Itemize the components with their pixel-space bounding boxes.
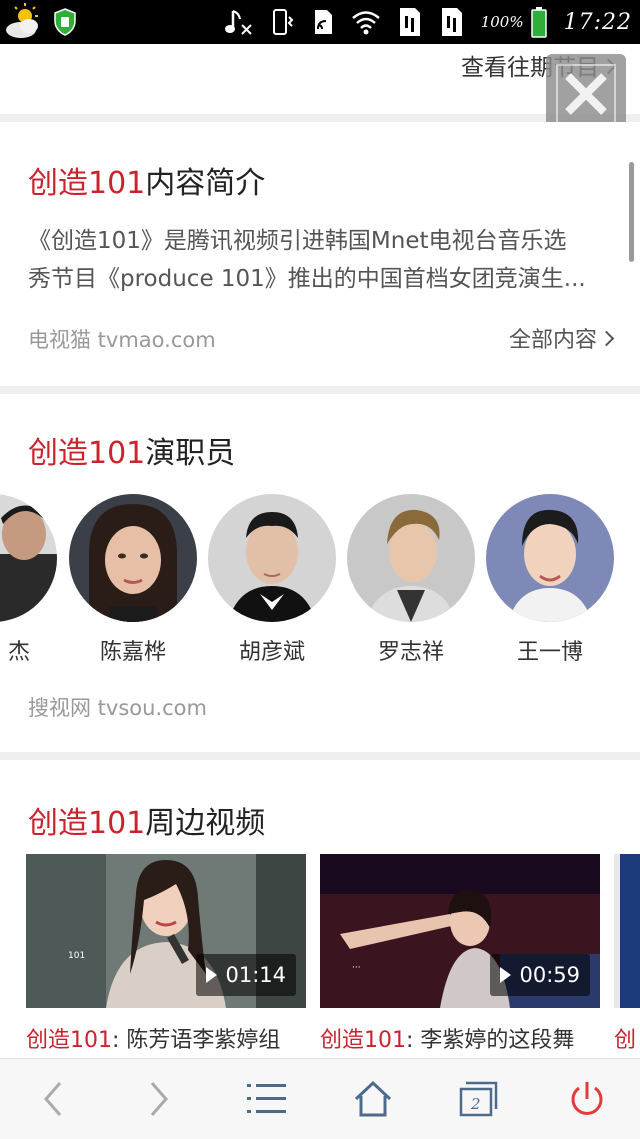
avatar [486, 494, 614, 622]
svg-text:101: 101 [68, 951, 85, 961]
intro-line-2: 秀节目《produce 101》推出的中国首档女团竞演生... [28, 266, 586, 292]
cast-name: 陈嘉桦 [99, 640, 166, 665]
video-thumbnail[interactable] [614, 854, 640, 1008]
cast-member[interactable]: 罗志祥 [346, 494, 476, 666]
video-item[interactable]: 101 01:14 创造101: 陈芳语李紫婷组 [26, 854, 306, 1054]
cast-title-highlight: 创造101 [28, 436, 146, 471]
video-caption[interactable]: 创造101: 李紫婷的这段舞 [320, 1022, 600, 1054]
sim2-icon [441, 8, 462, 36]
menu-button[interactable] [222, 1059, 312, 1139]
forward-button[interactable] [114, 1059, 204, 1139]
clock: 17:22 [563, 9, 632, 35]
cast-member[interactable]: 王一博 [485, 494, 615, 666]
videos-title: 创造101周边视频 [28, 798, 265, 842]
duration-text: 01:14 [225, 963, 286, 987]
intro-summary[interactable]: 《创造101》是腾讯视频引进韩国Mnet电视台音乐选 秀节目《produce 1… [28, 222, 608, 298]
intro-line-1: 《创造101》是腾讯视频引进韩国Mnet电视台音乐选 [28, 228, 567, 254]
video-item[interactable]: ··· 00:59 创造101: 李紫婷的这段舞 [320, 854, 600, 1054]
avatar [347, 494, 475, 622]
intro-card: 创造101内容简介 《创造101》是腾讯视频引进韩国Mnet电视台音乐选 秀节目… [0, 122, 640, 386]
browser-toolbar: 2 [0, 1058, 640, 1139]
video-caption[interactable]: 创 [614, 1022, 640, 1054]
battery-icon [530, 7, 547, 38]
chevron-right-icon [598, 330, 615, 347]
videos-card: 创造101周边视频 101 01:14 创造101: 陈芳语李紫婷组 ··· 0… [0, 760, 640, 1060]
caption-rest: : 陈芳语李紫婷组 [112, 1028, 281, 1053]
video-thumbnail[interactable]: ··· 00:59 [320, 854, 600, 1008]
cast-carousel[interactable]: 杰 陈嘉桦 胡彦斌 罗志祥 王一博 [0, 494, 640, 674]
cast-name: 杰 [7, 640, 30, 665]
caption-highlight: 创造101 [320, 1028, 406, 1053]
all-content-label: 全部内容 [508, 328, 597, 353]
wifi-icon [351, 11, 380, 35]
cast-card: 创造101演职员 杰 陈嘉桦 胡彦斌 罗志祥 王一博 搜视网 tvsou.com [0, 394, 640, 752]
video-caption[interactable]: 创造101: 陈芳语李紫婷组 [26, 1022, 306, 1054]
caption-highlight: 创 [614, 1028, 637, 1053]
back-icon [44, 1082, 62, 1116]
menu-icon [247, 1084, 286, 1113]
video-thumbnail[interactable]: 101 01:14 [26, 854, 306, 1008]
play-icon [206, 967, 218, 983]
cast-name: 胡彦斌 [238, 640, 305, 665]
avatar [0, 494, 57, 622]
cast-source: 搜视网 tvsou.com [28, 696, 207, 720]
cast-title-rest: 演职员 [145, 436, 236, 471]
video-duration: 00:59 [490, 954, 590, 996]
video-carousel[interactable]: 101 01:14 创造101: 陈芳语李紫婷组 ··· 00:59 创造101… [0, 854, 640, 1060]
all-content-link[interactable]: 全部内容 [508, 322, 615, 354]
music-off-icon [224, 10, 252, 35]
shield-icon [50, 0, 80, 44]
battery-percent: 100% [480, 13, 524, 31]
duration-text: 00:59 [519, 963, 580, 987]
cast-name: 罗志祥 [377, 640, 444, 665]
back-button[interactable] [8, 1059, 98, 1139]
vibrate-icon [272, 9, 294, 35]
intro-title: 创造101内容简介 [28, 158, 265, 202]
caption-highlight: 创造101 [26, 1028, 112, 1053]
sim1-icon [399, 8, 420, 36]
play-icon [500, 967, 512, 983]
forward-icon [150, 1082, 168, 1116]
intro-source: 电视猫 tvmao.com [28, 328, 216, 352]
power-icon [571, 1082, 603, 1115]
home-button[interactable] [328, 1059, 418, 1139]
cast-name: 王一博 [516, 640, 583, 665]
power-button[interactable] [542, 1059, 632, 1139]
nfc-icon [314, 10, 332, 34]
close-icon [556, 64, 616, 124]
video-duration: 01:14 [196, 954, 296, 996]
tabs-icon: 2 [459, 1081, 498, 1117]
video-item[interactable]: 创 [614, 854, 640, 1054]
cast-member[interactable]: 胡彦斌 [207, 494, 337, 666]
intro-title-highlight: 创造101 [28, 166, 146, 201]
scrollbar[interactable] [629, 162, 634, 262]
tab-count: 2 [470, 1095, 481, 1113]
cast-member[interactable]: 杰 [0, 494, 58, 666]
previous-episodes-card: 查看往期节目 [0, 44, 640, 114]
svg-text:···: ··· [352, 963, 361, 973]
intro-title-rest: 内容简介 [145, 166, 266, 201]
tabs-button[interactable]: 2 [434, 1059, 524, 1139]
videos-title-rest: 周边视频 [145, 806, 266, 841]
avatar [69, 494, 197, 622]
status-bar: 100% 17:22 [0, 0, 640, 44]
avatar [208, 494, 336, 622]
cast-title: 创造101演职员 [28, 428, 235, 472]
caption-rest: : 李紫婷的这段舞 [406, 1028, 575, 1053]
weather-icon [2, 0, 46, 44]
home-icon [354, 1080, 392, 1117]
videos-title-highlight: 创造101 [28, 806, 146, 841]
cast-member[interactable]: 陈嘉桦 [68, 494, 198, 666]
